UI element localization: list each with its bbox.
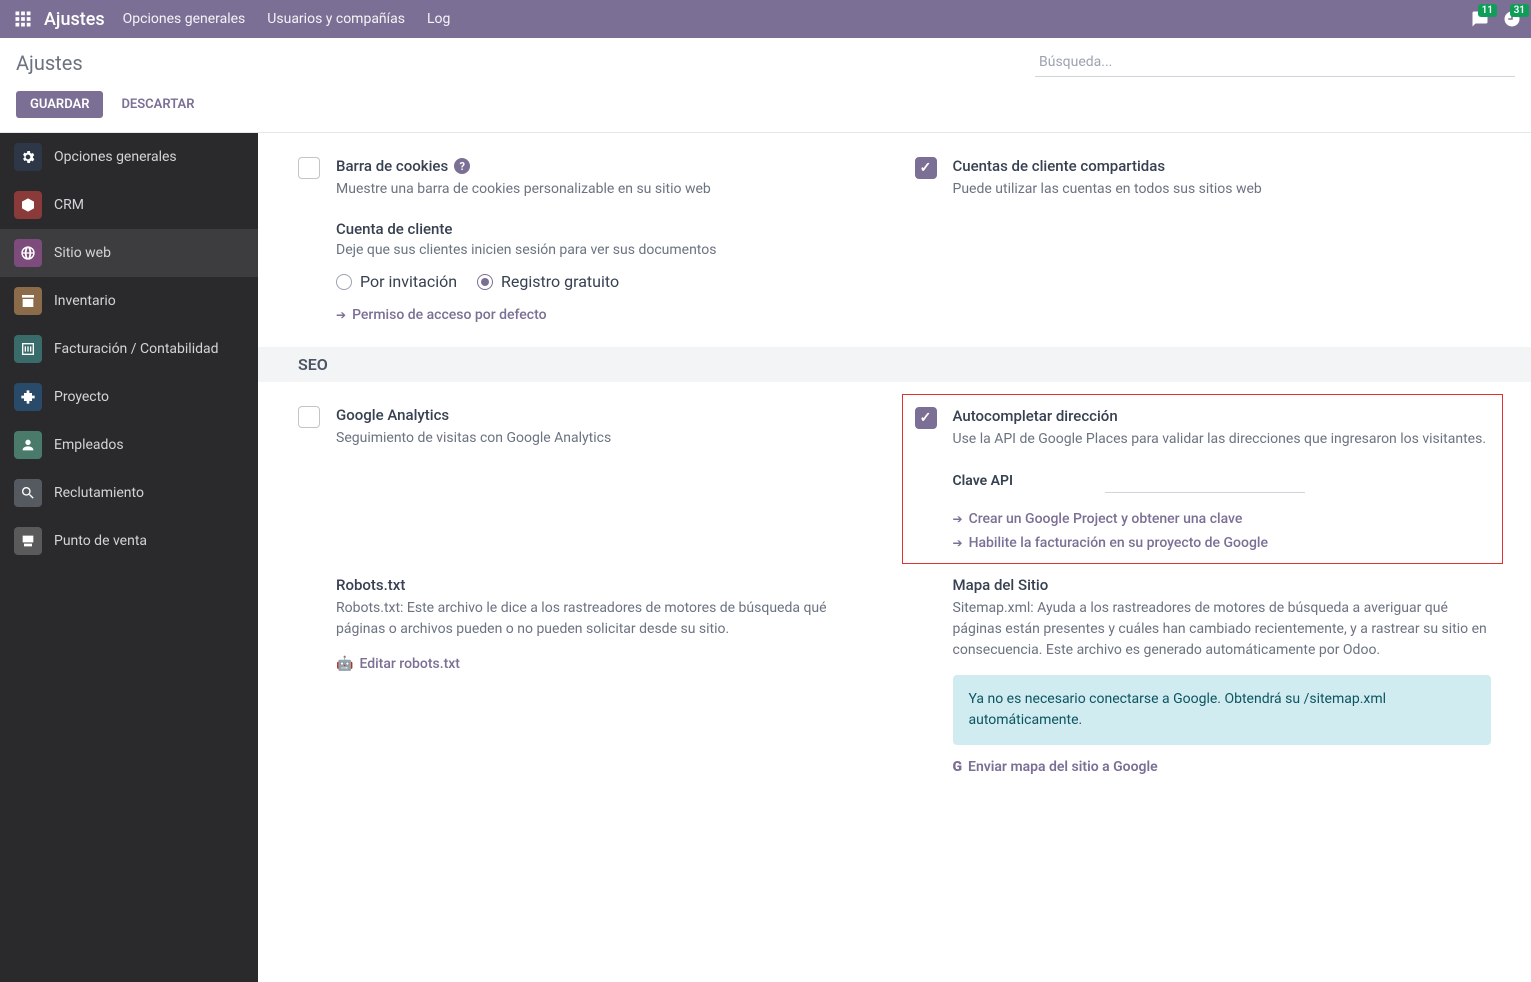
link-label: Habilite la facturación en su proyecto d… [969, 535, 1268, 551]
link-label: Editar robots.txt [359, 656, 460, 672]
api-key-label: Clave API [953, 473, 1093, 489]
handshake-icon [14, 191, 42, 219]
apps-icon[interactable] [10, 6, 36, 32]
send-sitemap-link[interactable]: G Enviar mapa del sitio a Google [953, 759, 1158, 775]
setting-title: Cuentas de cliente compartidas [953, 157, 1492, 175]
settings-sidebar: Opciones generales CRM Sitio web Inventa… [0, 133, 258, 982]
link-label: Permiso de acceso por defecto [352, 307, 547, 323]
arrow-right-icon: ➔ [336, 308, 346, 322]
help-icon[interactable]: ? [454, 158, 470, 174]
page-title: Ajustes [16, 51, 83, 75]
autocomplete-checkbox[interactable] [915, 407, 937, 429]
enable-billing-link[interactable]: ➔ Habilite la facturación en su proyecto… [953, 535, 1491, 551]
api-key-input[interactable] [1105, 468, 1305, 493]
nav-users[interactable]: Usuarios y compañías [267, 11, 405, 27]
chat-count: 11 [1478, 4, 1497, 17]
sidebar-item-label: Inventario [54, 293, 116, 309]
brand-title: Ajustes [44, 9, 105, 30]
setting-title: Google Analytics [336, 406, 874, 424]
pos-icon [14, 527, 42, 555]
sidebar-item-crm[interactable]: CRM [0, 181, 258, 229]
radio-invite[interactable]: Por invitación [336, 272, 457, 291]
sidebar-item-label: Opciones generales [54, 149, 177, 165]
top-nav: Ajustes Opciones generales Usuarios y co… [0, 0, 1531, 38]
sidebar-item-website[interactable]: Sitio web [0, 229, 258, 277]
sidebar-item-label: Punto de venta [54, 533, 147, 549]
android-icon: 🤖 [336, 656, 353, 672]
link-label: Enviar mapa del sitio a Google [968, 759, 1158, 775]
setting-desc: Use la API de Google Places para validar… [953, 429, 1491, 450]
address-autocomplete-box: Autocompletar dirección Use la API de Go… [902, 394, 1504, 564]
sidebar-item-label: CRM [54, 197, 84, 213]
sidebar-item-label: Empleados [54, 437, 124, 453]
sidebar-item-inventory[interactable]: Inventario [0, 277, 258, 325]
control-panel: Ajustes GUARDAR DESCARTAR [0, 38, 1531, 133]
setting-desc: Muestre una barra de cookies personaliza… [336, 179, 875, 200]
gear-icon [14, 143, 42, 171]
radio-icon [336, 274, 352, 290]
box-icon [14, 287, 42, 315]
cookies-checkbox[interactable] [298, 157, 320, 179]
globe-icon [14, 239, 42, 267]
setting-desc: Robots.txt: Este archivo le dice a los r… [336, 598, 875, 640]
settings-main: Barra de cookies ? Muestre una barra de … [258, 133, 1531, 982]
sidebar-item-label: Sitio web [54, 245, 111, 261]
setting-title: Autocompletar dirección [953, 407, 1491, 425]
sidebar-item-general[interactable]: Opciones generales [0, 133, 258, 181]
sidebar-item-pos[interactable]: Punto de venta [0, 517, 258, 565]
discard-button[interactable]: DESCARTAR [107, 91, 208, 118]
sidebar-item-label: Proyecto [54, 389, 109, 405]
arrow-right-icon: ➔ [953, 536, 963, 550]
section-header-seo: SEO [258, 347, 1531, 382]
setting-desc: Seguimiento de visitas con Google Analyt… [336, 428, 874, 449]
default-access-link[interactable]: ➔ Permiso de acceso por defecto [336, 307, 547, 323]
money-icon [14, 335, 42, 363]
activity-count: 31 [1510, 4, 1529, 17]
puzzle-icon [14, 383, 42, 411]
search-user-icon [14, 479, 42, 507]
sitemap-info: Ya no es necesario conectarse a Google. … [953, 675, 1492, 745]
subsection-desc: Deje que sus clientes inicien sesión par… [336, 242, 875, 258]
save-button[interactable]: GUARDAR [16, 91, 103, 118]
sidebar-item-recruitment[interactable]: Reclutamiento [0, 469, 258, 517]
ga-checkbox[interactable] [298, 406, 320, 428]
radio-free[interactable]: Registro gratuito [477, 272, 619, 291]
nav-general[interactable]: Opciones generales [123, 11, 246, 27]
search-box [1035, 48, 1515, 77]
setting-desc: Puede utilizar las cuentas en todos sus … [953, 179, 1492, 200]
edit-robots-link[interactable]: 🤖 Editar robots.txt [336, 656, 460, 672]
setting-desc: Sitemap.xml: Ayuda a los rastreadores de… [953, 598, 1492, 661]
sidebar-item-employees[interactable]: Empleados [0, 421, 258, 469]
create-project-link[interactable]: ➔ Crear un Google Project y obtener una … [953, 511, 1491, 527]
search-input[interactable] [1035, 48, 1515, 77]
sidebar-item-label: Reclutamiento [54, 485, 144, 501]
users-icon [14, 431, 42, 459]
google-icon: G [953, 759, 963, 775]
shared-accounts-checkbox[interactable] [915, 157, 937, 179]
sidebar-item-label: Facturación / Contabilidad [54, 341, 219, 357]
setting-title: Barra de cookies [336, 157, 448, 175]
chat-icon[interactable]: 11 [1471, 10, 1489, 28]
subsection-title: Cuenta de cliente [336, 220, 875, 238]
radio-label: Por invitación [360, 272, 457, 291]
sidebar-item-accounting[interactable]: Facturación / Contabilidad [0, 325, 258, 373]
arrow-right-icon: ➔ [953, 512, 963, 526]
nav-log[interactable]: Log [427, 11, 450, 27]
link-label: Crear un Google Project y obtener una cl… [969, 511, 1243, 527]
setting-title: Mapa del Sitio [953, 576, 1492, 594]
sidebar-item-project[interactable]: Proyecto [0, 373, 258, 421]
setting-title: Robots.txt [336, 576, 875, 594]
radio-label: Registro gratuito [501, 272, 619, 291]
radio-icon [477, 274, 493, 290]
activity-icon[interactable]: 31 [1503, 10, 1521, 28]
